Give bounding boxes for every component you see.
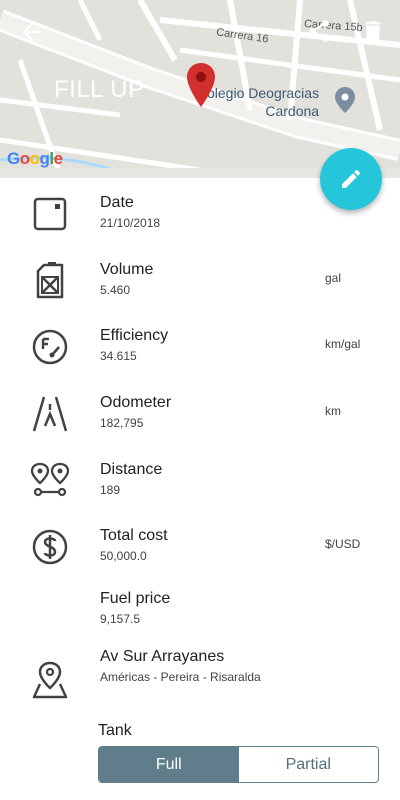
fuel-price-label: Fuel price <box>100 590 171 607</box>
total-cost-unit: $/USD <box>325 537 361 551</box>
route-pins-icon <box>30 462 70 497</box>
place-line-1: olegio Deogracias <box>207 85 320 101</box>
tank-toggle[interactable]: Full Partial <box>98 746 379 783</box>
efficiency-row[interactable]: Efficiency 34.615 km/gal <box>0 327 400 387</box>
fuel-gauge-icon <box>32 329 68 365</box>
place-line-2: Cardona <box>265 103 320 119</box>
location-row[interactable]: Av Sur Arrayanes Américas - Pereira - Ri… <box>0 648 400 708</box>
date-label: Date <box>100 194 134 211</box>
page-title: FILL UP <box>54 76 145 103</box>
distance-row[interactable]: Distance 189 <box>0 461 400 521</box>
delete-icon[interactable] <box>360 18 386 44</box>
location-value: Américas - Pereira - Risaralda <box>100 670 261 684</box>
edit-pencil-icon <box>342 169 361 188</box>
tank-label: Tank <box>98 722 132 739</box>
odometer-row[interactable]: Odometer 182,795 km <box>0 394 400 454</box>
share-icon[interactable] <box>306 18 332 44</box>
dollar-icon <box>32 529 68 565</box>
location-label: Av Sur Arrayanes <box>100 648 225 665</box>
tank-partial-option[interactable]: Partial <box>238 747 378 782</box>
location-map-icon <box>32 661 68 699</box>
map-pin-icon[interactable] <box>186 62 216 108</box>
date-value: 21/10/2018 <box>100 216 161 230</box>
place-label: olegio Deogracias Cardona <box>207 84 319 120</box>
fuel-can-icon <box>36 262 64 299</box>
fuel-price-row[interactable]: Fuel price 9,157.5 <box>0 590 400 650</box>
back-arrow-icon[interactable] <box>18 18 46 46</box>
volume-unit: gal <box>325 271 342 285</box>
volume-row[interactable]: Volume 5.460 gal <box>0 261 400 321</box>
odometer-label: Odometer <box>100 394 172 411</box>
fuel-price-value: 9,157.5 <box>100 612 141 626</box>
volume-value: 5.460 <box>100 283 131 297</box>
odometer-value: 182,795 <box>100 416 144 430</box>
efficiency-unit: km/gal <box>325 337 361 351</box>
distance-label: Distance <box>100 461 163 478</box>
total-cost-row[interactable]: Total cost 50,000.0 $/USD <box>0 527 400 587</box>
google-logo: Google <box>7 149 63 168</box>
calendar-icon <box>33 197 67 231</box>
total-cost-label: Total cost <box>100 527 168 544</box>
date-row[interactable]: Date 21/10/2018 <box>0 194 400 254</box>
odometer-unit: km <box>325 404 341 418</box>
total-cost-value: 50,000.0 <box>100 549 147 563</box>
efficiency-value: 34.615 <box>100 349 137 363</box>
efficiency-label: Efficiency <box>100 327 169 344</box>
distance-value: 189 <box>100 483 121 497</box>
road-icon <box>32 396 68 432</box>
volume-label: Volume <box>100 261 154 278</box>
place-marker-icon <box>335 87 355 113</box>
tank-full-option[interactable]: Full <box>99 747 239 782</box>
